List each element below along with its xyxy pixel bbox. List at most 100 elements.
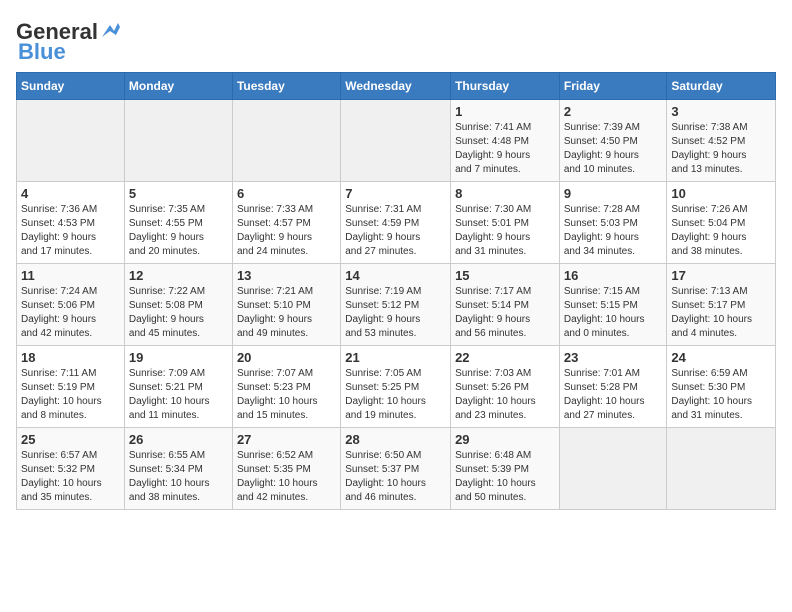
logo: General Blue (16, 20, 122, 64)
calendar-cell: 20 Sunrise: 7:07 AM Sunset: 5:23 PM Dayli… (232, 346, 340, 428)
day-number: 14 (345, 268, 446, 283)
calendar-cell (667, 428, 776, 510)
calendar-week-row: 4 Sunrise: 7:36 AM Sunset: 4:53 PM Daylig… (17, 182, 776, 264)
calendar-cell: 29 Sunrise: 6:48 AM Sunset: 5:39 PM Dayli… (451, 428, 560, 510)
column-header-tuesday: Tuesday (232, 73, 340, 100)
day-info: Sunrise: 6:55 AM Sunset: 5:34 PM Dayligh… (129, 449, 228, 505)
column-header-wednesday: Wednesday (341, 73, 451, 100)
calendar-cell: 1Sunrise: 7:41 AM Sunset: 4:48 PM Daylig… (451, 100, 560, 182)
calendar-cell: 24 Sunrise: 6:59 AM Sunset: 5:30 PM Dayli… (667, 346, 776, 428)
calendar-cell: 13 Sunrise: 7:21 AM Sunset: 5:10 PM Dayli… (232, 264, 340, 346)
column-header-sunday: Sunday (17, 73, 125, 100)
calendar-cell: 28 Sunrise: 6:50 AM Sunset: 5:37 PM Dayli… (341, 428, 451, 510)
calendar-cell: 12 Sunrise: 7:22 AM Sunset: 5:08 PM Dayli… (124, 264, 232, 346)
day-number: 4 (21, 186, 120, 201)
calendar-cell: 10 Sunrise: 7:26 AM Sunset: 5:04 PM Dayli… (667, 182, 776, 264)
calendar-cell: 5 Sunrise: 7:35 AM Sunset: 4:55 PM Daylig… (124, 182, 232, 264)
calendar-cell: 17Sunrise: 7:13 AM Sunset: 5:17 PM Dayli… (667, 264, 776, 346)
calendar-cell: 26 Sunrise: 6:55 AM Sunset: 5:34 PM Dayli… (124, 428, 232, 510)
day-info: Sunrise: 7:31 AM Sunset: 4:59 PM Dayligh… (345, 203, 446, 259)
day-info: Sunrise: 7:26 AM Sunset: 5:04 PM Dayligh… (671, 203, 771, 259)
day-number: 17 (671, 268, 771, 283)
logo-bird-icon (100, 19, 122, 41)
day-info: Sunrise: 7:15 AM Sunset: 5:15 PM Dayligh… (564, 285, 663, 341)
day-number: 10 (671, 186, 771, 201)
calendar-cell (341, 100, 451, 182)
day-number: 12 (129, 268, 228, 283)
day-info: Sunrise: 7:30 AM Sunset: 5:01 PM Dayligh… (455, 203, 555, 259)
day-number: 23 (564, 350, 663, 365)
column-header-saturday: Saturday (667, 73, 776, 100)
day-number: 2 (564, 104, 663, 119)
day-number: 15 (455, 268, 555, 283)
calendar-week-row: 1Sunrise: 7:41 AM Sunset: 4:48 PM Daylig… (17, 100, 776, 182)
day-number: 3 (671, 104, 771, 119)
day-number: 25 (21, 432, 120, 447)
day-info: Sunrise: 7:41 AM Sunset: 4:48 PM Dayligh… (455, 121, 555, 177)
day-number: 19 (129, 350, 228, 365)
day-number: 21 (345, 350, 446, 365)
calendar-cell: 14 Sunrise: 7:19 AM Sunset: 5:12 PM Dayli… (341, 264, 451, 346)
day-info: Sunrise: 7:17 AM Sunset: 5:14 PM Dayligh… (455, 285, 555, 341)
calendar-cell: 9 Sunrise: 7:28 AM Sunset: 5:03 PM Daylig… (559, 182, 667, 264)
calendar-cell (232, 100, 340, 182)
day-number: 18 (21, 350, 120, 365)
day-info: Sunrise: 7:28 AM Sunset: 5:03 PM Dayligh… (564, 203, 663, 259)
day-number: 5 (129, 186, 228, 201)
day-number: 6 (237, 186, 336, 201)
calendar-cell: 19 Sunrise: 7:09 AM Sunset: 5:21 PM Dayli… (124, 346, 232, 428)
day-number: 11 (21, 268, 120, 283)
day-number: 28 (345, 432, 446, 447)
calendar-week-row: 25 Sunrise: 6:57 AM Sunset: 5:32 PM Dayli… (17, 428, 776, 510)
calendar-cell (559, 428, 667, 510)
day-info: Sunrise: 6:57 AM Sunset: 5:32 PM Dayligh… (21, 449, 120, 505)
day-number: 24 (671, 350, 771, 365)
day-info: Sunrise: 6:52 AM Sunset: 5:35 PM Dayligh… (237, 449, 336, 505)
day-number: 7 (345, 186, 446, 201)
header: General Blue (16, 16, 776, 64)
day-number: 20 (237, 350, 336, 365)
day-info: Sunrise: 7:03 AM Sunset: 5:26 PM Dayligh… (455, 367, 555, 423)
day-info: Sunrise: 6:59 AM Sunset: 5:30 PM Dayligh… (671, 367, 771, 423)
column-header-monday: Monday (124, 73, 232, 100)
calendar-cell: 18Sunrise: 7:11 AM Sunset: 5:19 PM Dayli… (17, 346, 125, 428)
day-info: Sunrise: 7:21 AM Sunset: 5:10 PM Dayligh… (237, 285, 336, 341)
calendar-cell: 25 Sunrise: 6:57 AM Sunset: 5:32 PM Dayli… (17, 428, 125, 510)
calendar-header-row: SundayMondayTuesdayWednesdayThursdayFrid… (17, 73, 776, 100)
day-info: Sunrise: 7:38 AM Sunset: 4:52 PM Dayligh… (671, 121, 771, 177)
day-info: Sunrise: 7:24 AM Sunset: 5:06 PM Dayligh… (21, 285, 120, 341)
day-number: 29 (455, 432, 555, 447)
day-number: 22 (455, 350, 555, 365)
day-info: Sunrise: 7:05 AM Sunset: 5:25 PM Dayligh… (345, 367, 446, 423)
calendar-cell: 23 Sunrise: 7:01 AM Sunset: 5:28 PM Dayli… (559, 346, 667, 428)
day-info: Sunrise: 6:48 AM Sunset: 5:39 PM Dayligh… (455, 449, 555, 505)
day-number: 8 (455, 186, 555, 201)
calendar-cell (124, 100, 232, 182)
day-number: 16 (564, 268, 663, 283)
calendar-cell: 15 Sunrise: 7:17 AM Sunset: 5:14 PM Dayli… (451, 264, 560, 346)
column-header-friday: Friday (559, 73, 667, 100)
column-header-thursday: Thursday (451, 73, 560, 100)
day-info: Sunrise: 7:22 AM Sunset: 5:08 PM Dayligh… (129, 285, 228, 341)
calendar-cell: 11 Sunrise: 7:24 AM Sunset: 5:06 PM Dayli… (17, 264, 125, 346)
day-info: Sunrise: 7:35 AM Sunset: 4:55 PM Dayligh… (129, 203, 228, 259)
calendar-cell: 16 Sunrise: 7:15 AM Sunset: 5:15 PM Dayli… (559, 264, 667, 346)
calendar-cell: 7 Sunrise: 7:31 AM Sunset: 4:59 PM Daylig… (341, 182, 451, 264)
day-number: 9 (564, 186, 663, 201)
day-info: Sunrise: 6:50 AM Sunset: 5:37 PM Dayligh… (345, 449, 446, 505)
day-info: Sunrise: 7:07 AM Sunset: 5:23 PM Dayligh… (237, 367, 336, 423)
calendar-cell: 22 Sunrise: 7:03 AM Sunset: 5:26 PM Dayli… (451, 346, 560, 428)
day-info: Sunrise: 7:33 AM Sunset: 4:57 PM Dayligh… (237, 203, 336, 259)
day-number: 26 (129, 432, 228, 447)
calendar-cell (17, 100, 125, 182)
calendar-table: SundayMondayTuesdayWednesdayThursdayFrid… (16, 72, 776, 510)
day-info: Sunrise: 7:01 AM Sunset: 5:28 PM Dayligh… (564, 367, 663, 423)
day-info: Sunrise: 7:36 AM Sunset: 4:53 PM Dayligh… (21, 203, 120, 259)
calendar-cell: 21 Sunrise: 7:05 AM Sunset: 5:25 PM Dayli… (341, 346, 451, 428)
calendar-cell: 2Sunrise: 7:39 AM Sunset: 4:50 PM Daylig… (559, 100, 667, 182)
calendar-cell: 8 Sunrise: 7:30 AM Sunset: 5:01 PM Daylig… (451, 182, 560, 264)
day-info: Sunrise: 7:09 AM Sunset: 5:21 PM Dayligh… (129, 367, 228, 423)
day-info: Sunrise: 7:19 AM Sunset: 5:12 PM Dayligh… (345, 285, 446, 341)
logo-text-blue: Blue (18, 40, 66, 64)
day-number: 13 (237, 268, 336, 283)
